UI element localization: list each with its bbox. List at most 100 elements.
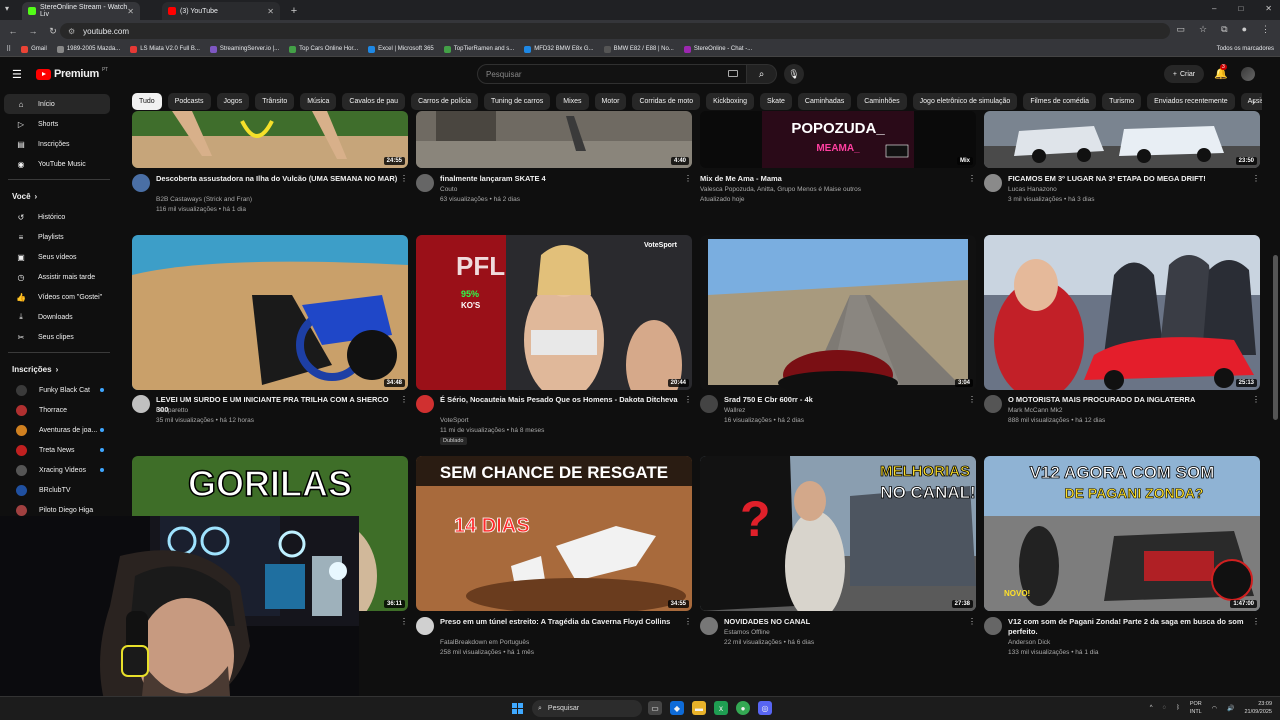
task-view-icon[interactable]: ▭	[648, 701, 662, 715]
sidebar-item-liked[interactable]: 👍 Vídeos com "Gostei"	[4, 287, 110, 307]
voice-search-button[interactable]: 🎙	[784, 64, 804, 84]
filter-chip[interactable]: Música	[300, 93, 337, 110]
filter-chip[interactable]: Tudo	[132, 93, 162, 110]
sidebar-channel[interactable]: Aventuras de joa...	[4, 420, 110, 440]
channel-name[interactable]: VoteSport	[440, 416, 469, 426]
video-thumbnail[interactable]: V12 AGORA COM SOM DE PAGANI ZONDA? NOVO! 1:…	[984, 456, 1260, 611]
bookmark-star-icon[interactable]: ☆	[1199, 24, 1207, 35]
sidebar-item-clips[interactable]: ✂ Seus clipes	[4, 327, 110, 347]
channel-avatar[interactable]	[416, 174, 434, 192]
sidebar-item-history[interactable]: ↺ Histórico	[4, 207, 110, 227]
copilot-icon[interactable]: ◆	[670, 701, 684, 715]
tray-chevron-icon[interactable]: ^	[1150, 705, 1153, 711]
sidebar-item-subscriptions[interactable]: ▤ Inscrições	[4, 134, 110, 154]
channel-avatar[interactable]	[416, 617, 434, 635]
search-input[interactable]: Pesquisar	[477, 64, 747, 84]
browser-tab-kick[interactable]: StereOnline Stream - Watch Liv ✕	[22, 2, 140, 20]
filter-chip[interactable]: Podcasts	[167, 93, 211, 110]
bluetooth-icon[interactable]: ᛒ	[1176, 705, 1180, 711]
reload-icon[interactable]: ↻	[46, 26, 60, 37]
video-thumbnail[interactable]: ? MELHORIAS NO CANAL! 27:38	[700, 456, 976, 611]
channel-avatar[interactable]	[132, 395, 150, 413]
youtube-logo[interactable]: Premium PT	[36, 67, 108, 80]
video-thumbnail[interactable]: 4:40	[416, 111, 692, 168]
sidebar-item-playlists[interactable]: ≡ Playlists	[4, 227, 110, 247]
bookmark-item[interactable]: StereOnline - Chat -...	[683, 45, 752, 53]
sidebar-channel[interactable]: Xracing Videos	[4, 460, 110, 480]
channel-avatar[interactable]	[416, 395, 434, 413]
filter-chip[interactable]: Filmes de comédia	[1023, 93, 1097, 110]
video-title[interactable]: finalmente lançaram SKATE 4	[440, 174, 682, 184]
video-thumbnail[interactable]: 34:48	[132, 235, 408, 390]
filter-chip[interactable]: Jogo eletrônico de simulação	[912, 93, 1018, 110]
sidebar-item-home[interactable]: ⌂ Início	[4, 94, 110, 114]
profile-icon[interactable]: ●	[1242, 24, 1247, 35]
video-title[interactable]: LEVEI UM SURDO E UM INICIANTE PRA TRILHA…	[156, 395, 398, 415]
all-bookmarks[interactable]: Todos os marcadores	[1217, 46, 1274, 52]
more-options-icon[interactable]: ⋮	[1252, 174, 1260, 183]
filter-chip[interactable]: Carros de polícia	[411, 93, 478, 110]
url-field[interactable]: ⚙ youtube.com	[60, 23, 1170, 39]
sidebar-channel[interactable]: Treta News	[4, 440, 110, 460]
bookmark-item[interactable]: LS Miata V2.0 Full B...	[130, 45, 200, 53]
channel-avatar[interactable]	[984, 617, 1002, 635]
more-options-icon[interactable]: ⋮	[1252, 617, 1260, 626]
clock[interactable]: 23:09 21/09/2025	[1244, 700, 1272, 716]
video-thumbnail[interactable]: 3:04	[700, 235, 976, 390]
video-thumbnail[interactable]: PFL 95% KO'S VoteSport 20:44	[416, 235, 692, 390]
more-options-icon[interactable]: ⋮	[968, 174, 976, 183]
more-options-icon[interactable]: ⋮	[684, 174, 692, 183]
bookmark-item[interactable]: Gmail	[21, 45, 47, 53]
filter-chip[interactable]: Motor	[594, 93, 627, 110]
more-options-icon[interactable]: ⋮	[684, 617, 692, 626]
bookmark-item[interactable]: Excel | Microsoft 365	[368, 45, 434, 53]
keyboard-icon[interactable]	[728, 70, 738, 77]
bookmark-item[interactable]: BMW E82 / E88 | No...	[603, 45, 674, 53]
hamburger-menu-icon[interactable]: ☰	[12, 68, 22, 81]
more-options-icon[interactable]: ⋮	[968, 617, 976, 626]
filter-chip[interactable]: Kickboxing	[706, 93, 755, 110]
forward-icon[interactable]: →	[26, 26, 40, 36]
network-icon[interactable]: ◌	[1163, 705, 1167, 711]
video-title[interactable]: O MOTORISTA MAIS PROCURADO DA INGLATERRA	[1008, 395, 1250, 405]
video-title[interactable]: Preso em um túnel estreito: A Tragédia d…	[440, 617, 682, 627]
channel-avatar[interactable]	[700, 617, 718, 635]
sidebar-item-music[interactable]: ◉ YouTube Music	[4, 154, 110, 174]
video-thumbnail[interactable]: 23:50	[984, 111, 1260, 168]
keyboard-language[interactable]: POR INTL	[1190, 700, 1202, 716]
close-window-icon[interactable]: ✕	[1265, 4, 1272, 13]
minimize-icon[interactable]: –	[1212, 4, 1216, 13]
video-title[interactable]: FICAMOS EM 3º LUGAR NA 3ª ETAPA DO MEGA …	[1008, 174, 1250, 184]
bookmark-item[interactable]: Top Cars Online Hor...	[289, 45, 358, 53]
more-options-icon[interactable]: ⋮	[400, 617, 408, 626]
filter-chip[interactable]: Cavalos de pau	[342, 93, 406, 110]
video-thumbnail[interactable]: 24:55	[132, 111, 408, 168]
chevron-right-icon[interactable]: ›	[1252, 97, 1255, 107]
channel-avatar[interactable]	[700, 395, 718, 413]
channel-avatar[interactable]	[132, 174, 150, 192]
channel-name[interactable]: Wallrez	[724, 406, 745, 416]
video-thumbnail[interactable]: SEM CHANCE DE RESGATE 14 DIAS 34:55	[416, 456, 692, 611]
create-button[interactable]: + Criar	[1164, 65, 1204, 83]
sidebar-you-heading[interactable]: Você ›	[0, 185, 118, 207]
search-button[interactable]: ⌕	[747, 64, 777, 84]
filter-chip[interactable]: Trânsito	[255, 93, 295, 110]
chrome-icon[interactable]: ●	[736, 701, 750, 715]
filter-chip[interactable]: Tuning de carros	[483, 93, 551, 110]
sidebar-item-your-videos[interactable]: ▣ Seus vídeos	[4, 247, 110, 267]
discord-icon[interactable]: ◎	[758, 701, 772, 715]
more-options-icon[interactable]: ⋮	[968, 395, 976, 404]
apps-icon[interactable]: ⠿	[6, 45, 11, 53]
bookmark-item[interactable]: TopTierRamen and s...	[443, 45, 514, 53]
sidebar-item-shorts[interactable]: ▷ Shorts	[4, 114, 110, 134]
back-icon[interactable]: ←	[6, 26, 20, 36]
channel-name[interactable]: B2B Castaways (Strick and Fran)	[156, 195, 252, 205]
channel-avatar[interactable]	[984, 174, 1002, 192]
video-title[interactable]: NOVIDADES NO CANAL	[724, 617, 966, 627]
channel-name[interactable]: Estamos Offline	[724, 628, 770, 638]
sidebar-channel[interactable]: Funky Black Cat	[4, 380, 110, 400]
sidebar-item-downloads[interactable]: ⤓ Downloads	[4, 307, 110, 327]
bookmark-item[interactable]: StreamingServer.io |...	[209, 45, 279, 53]
sidebar-channel[interactable]: BRclubTV	[4, 480, 110, 500]
notifications-button[interactable]: 🔔 3	[1214, 64, 1228, 80]
